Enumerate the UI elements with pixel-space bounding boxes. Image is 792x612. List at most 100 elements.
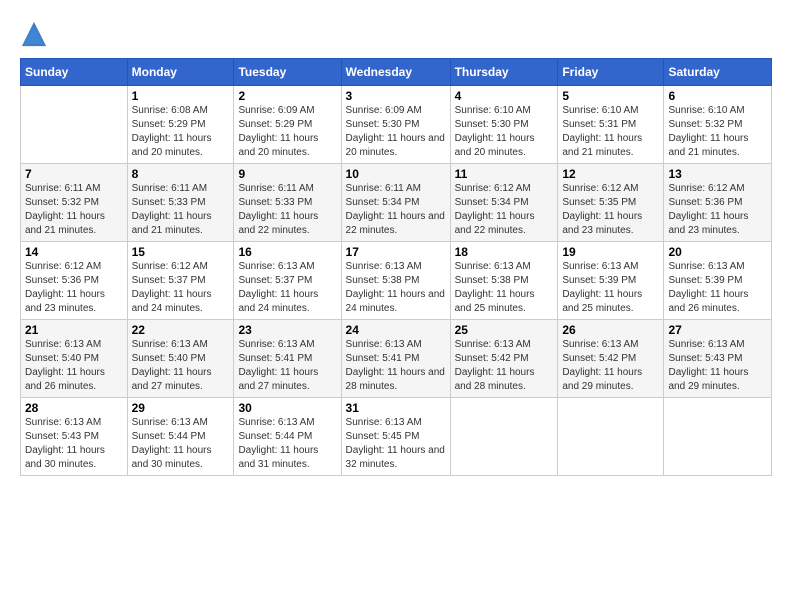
day-cell: 18Sunrise: 6:13 AMSunset: 5:38 PMDayligh… [450,242,558,320]
day-cell [21,86,128,164]
header-cell-monday: Monday [127,59,234,86]
day-number: 14 [25,245,123,259]
day-info: Sunrise: 6:13 AMSunset: 5:40 PMDaylight:… [132,338,230,394]
day-info: Sunrise: 6:13 AMSunset: 5:41 PMDaylight:… [238,338,336,394]
day-number: 26 [562,323,659,337]
header-cell-sunday: Sunday [21,59,128,86]
day-cell: 24Sunrise: 6:13 AMSunset: 5:41 PMDayligh… [341,320,450,398]
day-cell: 29Sunrise: 6:13 AMSunset: 5:44 PMDayligh… [127,398,234,476]
day-info: Sunrise: 6:13 AMSunset: 5:38 PMDaylight:… [455,260,554,316]
page: SundayMondayTuesdayWednesdayThursdayFrid… [0,0,792,612]
day-number: 3 [346,89,446,103]
day-number: 4 [455,89,554,103]
day-number: 8 [132,167,230,181]
logo [20,20,50,48]
week-row-4: 21Sunrise: 6:13 AMSunset: 5:40 PMDayligh… [21,320,772,398]
day-number: 17 [346,245,446,259]
day-number: 28 [25,401,123,415]
day-cell: 3Sunrise: 6:09 AMSunset: 5:30 PMDaylight… [341,86,450,164]
day-info: Sunrise: 6:13 AMSunset: 5:43 PMDaylight:… [25,416,123,472]
day-info: Sunrise: 6:13 AMSunset: 5:40 PMDaylight:… [25,338,123,394]
day-number: 27 [668,323,767,337]
day-info: Sunrise: 6:12 AMSunset: 5:36 PMDaylight:… [668,182,767,238]
day-cell: 7Sunrise: 6:11 AMSunset: 5:32 PMDaylight… [21,164,128,242]
day-cell: 19Sunrise: 6:13 AMSunset: 5:39 PMDayligh… [558,242,664,320]
day-cell: 12Sunrise: 6:12 AMSunset: 5:35 PMDayligh… [558,164,664,242]
day-cell: 4Sunrise: 6:10 AMSunset: 5:30 PMDaylight… [450,86,558,164]
day-number: 15 [132,245,230,259]
day-info: Sunrise: 6:08 AMSunset: 5:29 PMDaylight:… [132,104,230,160]
day-number: 12 [562,167,659,181]
day-cell: 21Sunrise: 6:13 AMSunset: 5:40 PMDayligh… [21,320,128,398]
day-cell: 14Sunrise: 6:12 AMSunset: 5:36 PMDayligh… [21,242,128,320]
day-cell: 22Sunrise: 6:13 AMSunset: 5:40 PMDayligh… [127,320,234,398]
header-cell-saturday: Saturday [664,59,772,86]
day-info: Sunrise: 6:13 AMSunset: 5:44 PMDaylight:… [238,416,336,472]
day-number: 19 [562,245,659,259]
day-number: 29 [132,401,230,415]
day-info: Sunrise: 6:11 AMSunset: 5:33 PMDaylight:… [238,182,336,238]
day-number: 23 [238,323,336,337]
day-number: 2 [238,89,336,103]
day-cell [558,398,664,476]
day-cell: 17Sunrise: 6:13 AMSunset: 5:38 PMDayligh… [341,242,450,320]
day-number: 21 [25,323,123,337]
day-cell: 16Sunrise: 6:13 AMSunset: 5:37 PMDayligh… [234,242,341,320]
day-info: Sunrise: 6:13 AMSunset: 5:37 PMDaylight:… [238,260,336,316]
day-cell: 25Sunrise: 6:13 AMSunset: 5:42 PMDayligh… [450,320,558,398]
day-number: 5 [562,89,659,103]
day-number: 24 [346,323,446,337]
day-cell: 11Sunrise: 6:12 AMSunset: 5:34 PMDayligh… [450,164,558,242]
day-cell: 26Sunrise: 6:13 AMSunset: 5:42 PMDayligh… [558,320,664,398]
week-row-1: 1Sunrise: 6:08 AMSunset: 5:29 PMDaylight… [21,86,772,164]
day-number: 16 [238,245,336,259]
day-number: 1 [132,89,230,103]
day-info: Sunrise: 6:13 AMSunset: 5:41 PMDaylight:… [346,338,446,394]
header [20,20,772,48]
day-info: Sunrise: 6:12 AMSunset: 5:36 PMDaylight:… [25,260,123,316]
day-info: Sunrise: 6:13 AMSunset: 5:43 PMDaylight:… [668,338,767,394]
day-cell: 2Sunrise: 6:09 AMSunset: 5:29 PMDaylight… [234,86,341,164]
day-cell: 23Sunrise: 6:13 AMSunset: 5:41 PMDayligh… [234,320,341,398]
day-info: Sunrise: 6:13 AMSunset: 5:38 PMDaylight:… [346,260,446,316]
day-number: 10 [346,167,446,181]
day-number: 25 [455,323,554,337]
day-cell: 10Sunrise: 6:11 AMSunset: 5:34 PMDayligh… [341,164,450,242]
day-cell [664,398,772,476]
day-info: Sunrise: 6:13 AMSunset: 5:39 PMDaylight:… [668,260,767,316]
week-row-2: 7Sunrise: 6:11 AMSunset: 5:32 PMDaylight… [21,164,772,242]
calendar-table: SundayMondayTuesdayWednesdayThursdayFrid… [20,58,772,476]
day-info: Sunrise: 6:09 AMSunset: 5:30 PMDaylight:… [346,104,446,160]
header-cell-thursday: Thursday [450,59,558,86]
logo-icon [20,20,48,48]
day-cell: 28Sunrise: 6:13 AMSunset: 5:43 PMDayligh… [21,398,128,476]
day-cell: 1Sunrise: 6:08 AMSunset: 5:29 PMDaylight… [127,86,234,164]
day-info: Sunrise: 6:11 AMSunset: 5:33 PMDaylight:… [132,182,230,238]
day-info: Sunrise: 6:10 AMSunset: 5:32 PMDaylight:… [668,104,767,160]
day-number: 9 [238,167,336,181]
day-info: Sunrise: 6:12 AMSunset: 5:34 PMDaylight:… [455,182,554,238]
header-cell-tuesday: Tuesday [234,59,341,86]
day-info: Sunrise: 6:09 AMSunset: 5:29 PMDaylight:… [238,104,336,160]
day-cell: 5Sunrise: 6:10 AMSunset: 5:31 PMDaylight… [558,86,664,164]
day-info: Sunrise: 6:12 AMSunset: 5:35 PMDaylight:… [562,182,659,238]
day-cell: 6Sunrise: 6:10 AMSunset: 5:32 PMDaylight… [664,86,772,164]
day-cell: 27Sunrise: 6:13 AMSunset: 5:43 PMDayligh… [664,320,772,398]
day-number: 30 [238,401,336,415]
day-cell: 31Sunrise: 6:13 AMSunset: 5:45 PMDayligh… [341,398,450,476]
day-cell: 20Sunrise: 6:13 AMSunset: 5:39 PMDayligh… [664,242,772,320]
day-info: Sunrise: 6:13 AMSunset: 5:42 PMDaylight:… [562,338,659,394]
day-number: 11 [455,167,554,181]
day-cell: 8Sunrise: 6:11 AMSunset: 5:33 PMDaylight… [127,164,234,242]
day-number: 31 [346,401,446,415]
day-cell: 9Sunrise: 6:11 AMSunset: 5:33 PMDaylight… [234,164,341,242]
day-info: Sunrise: 6:13 AMSunset: 5:39 PMDaylight:… [562,260,659,316]
day-cell [450,398,558,476]
day-number: 18 [455,245,554,259]
day-info: Sunrise: 6:11 AMSunset: 5:32 PMDaylight:… [25,182,123,238]
day-number: 7 [25,167,123,181]
day-info: Sunrise: 6:10 AMSunset: 5:30 PMDaylight:… [455,104,554,160]
day-number: 22 [132,323,230,337]
header-cell-friday: Friday [558,59,664,86]
day-number: 6 [668,89,767,103]
